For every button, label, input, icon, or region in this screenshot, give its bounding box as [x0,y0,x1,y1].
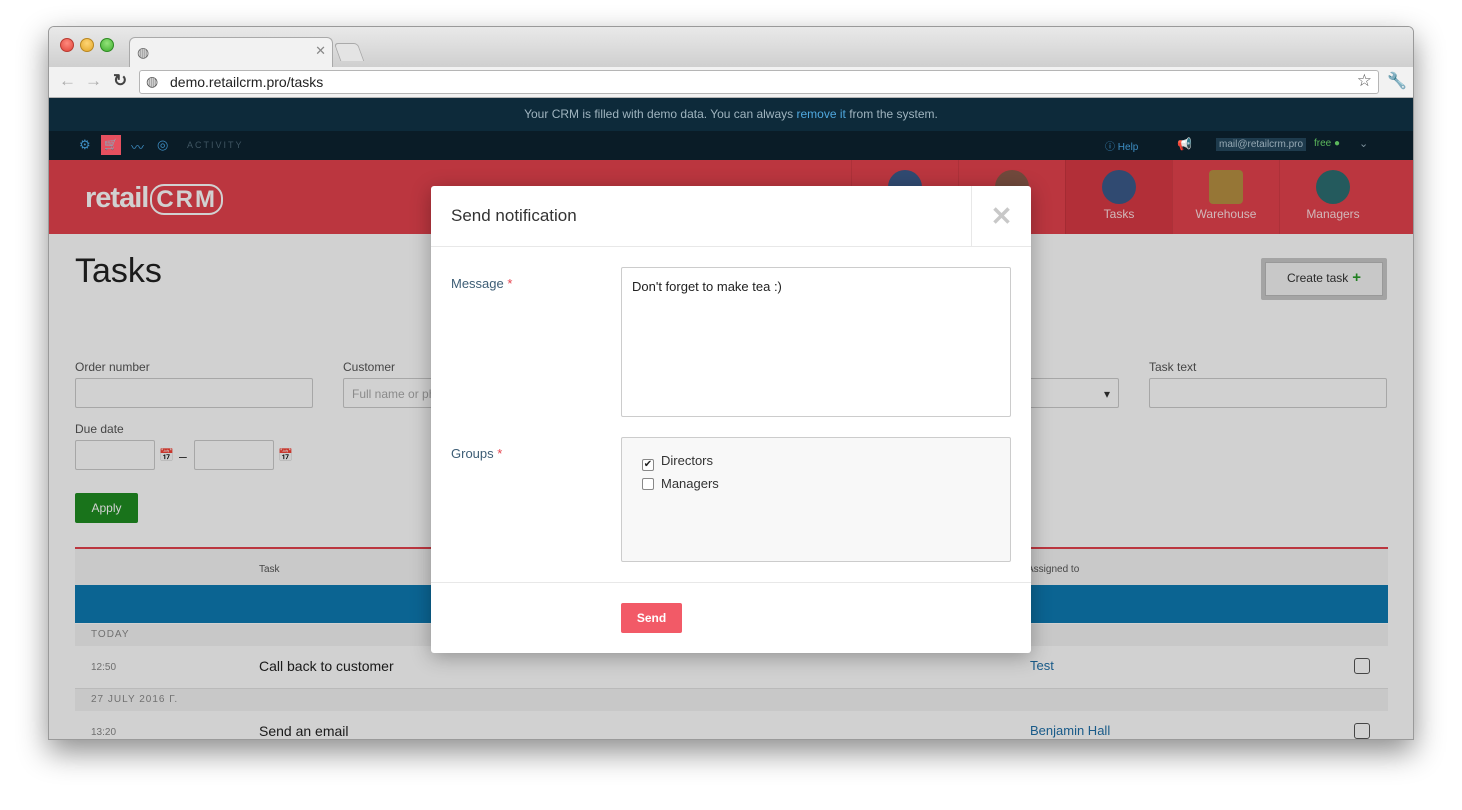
reload-icon[interactable]: ↻ [113,71,127,91]
utility-bar: ⚙ 🛒 〰 ◎ ACTIVITY ⓘ Help 📢 mail@retailcrm… [49,131,1413,160]
browser-toolbar: ← → ↻ ◍ demo.retailcrm.pro/tasks ☆ 🔧 [49,67,1413,98]
chart-icon[interactable]: 〰 [131,137,144,156]
target-icon[interactable]: ◎ [157,137,168,153]
message-label: Message * [451,276,512,291]
group-option-managers[interactable]: Managers [642,476,719,491]
message-label-text: Message [451,276,504,291]
title-bar: ◍ ✕ [49,27,1413,67]
gear-icon[interactable]: ⚙ [79,137,91,153]
url-text: demo.retailcrm.pro/tasks [170,74,324,90]
required-asterisk: * [497,446,503,461]
chevron-down-icon[interactable]: ⌄ [1359,137,1368,150]
plan-label: free [1314,138,1332,149]
demo-banner: Your CRM is filled with demo data. You c… [49,98,1413,131]
help-icon: ⓘ [1105,142,1115,153]
minimize-window-button[interactable] [80,38,94,52]
browser-tab[interactable]: ◍ ✕ [129,37,333,67]
close-window-button[interactable] [60,38,74,52]
message-textarea[interactable]: Don't forget to make tea :) [621,267,1011,417]
cart-icon[interactable]: 🛒 [101,135,121,155]
modal-footer: Send [431,582,1031,653]
page-content: Your CRM is filled with demo data. You c… [49,98,1413,739]
directors-checkbox[interactable]: ✔ [642,459,654,471]
modal-header: Send notification ✕ [431,186,1031,247]
megaphone-icon[interactable]: 📢 [1177,137,1192,151]
send-notification-modal: Send notification ✕ Message * Don't forg… [431,186,1031,653]
managers-checkbox[interactable] [642,478,654,490]
wrench-icon[interactable]: 🔧 [1387,71,1407,91]
browser-window: ◍ ✕ ← → ↻ ◍ demo.retailcrm.pro/tasks ☆ 🔧… [48,26,1414,740]
close-icon[interactable]: ✕ [971,186,1031,246]
modal-title: Send notification [451,206,577,225]
required-asterisk: * [507,276,513,291]
help-label: Help [1117,142,1139,153]
group-option-label: Directors [661,453,714,468]
groups-label: Groups * [451,446,502,461]
groups-label-text: Groups [451,446,494,461]
plan-status: free ● [1314,138,1341,149]
forward-icon[interactable]: → [85,71,102,91]
activity-label[interactable]: ACTIVITY [187,140,244,150]
demo-banner-text: Your CRM is filled with demo data. You c… [524,107,794,121]
help-link[interactable]: ⓘ Help [1105,138,1138,153]
close-tab-icon[interactable]: ✕ [315,43,326,59]
maximize-window-button[interactable] [100,38,114,52]
group-option-label: Managers [661,476,719,491]
remove-demo-link[interactable]: remove it [797,107,846,121]
new-tab-button[interactable] [333,43,365,61]
send-button[interactable]: Send [621,603,682,633]
address-bar[interactable]: ◍ demo.retailcrm.pro/tasks ☆ [139,70,1379,94]
site-info-icon: ◍ [146,73,159,89]
user-email[interactable]: mail@retailcrm.pro [1216,138,1307,151]
globe-icon: ◍ [137,44,150,60]
bookmark-star-icon[interactable]: ☆ [1357,71,1372,91]
groups-list: ✔ Directors Managers [621,437,1011,562]
back-icon[interactable]: ← [59,71,76,91]
group-option-directors[interactable]: ✔ Directors [642,453,713,471]
demo-banner-text-end: from the system. [849,107,938,121]
